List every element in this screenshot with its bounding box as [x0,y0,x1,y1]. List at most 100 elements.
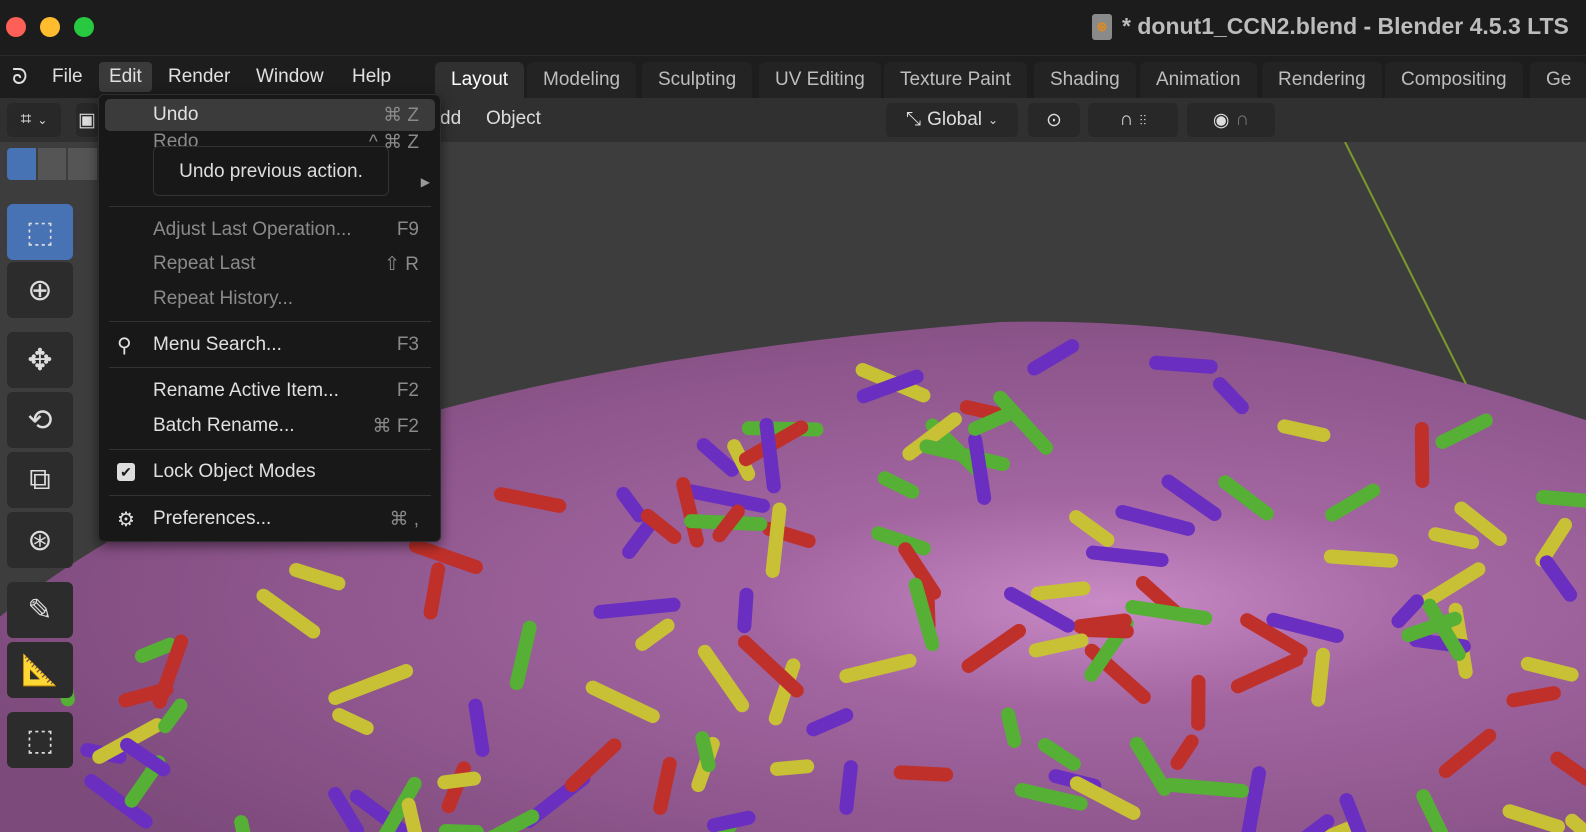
sprinkle [1311,647,1331,707]
close-window-button[interactable] [6,17,26,37]
sprinkle [706,810,756,832]
tab-layout[interactable]: Layout [435,62,525,98]
menu-search-label: Menu Search... [153,334,282,355]
lock-modes-label: Lock Object Modes [153,461,316,482]
menu-separator [109,321,431,322]
pivot-icon: ⊙ [1046,109,1062,131]
window-title-text: * donut1_CCN2.blend - Blender 4.5.3 LTS [1122,13,1569,39]
select-box-button[interactable]: ▣ [76,103,98,137]
gear-icon: ⚙ [117,508,135,531]
sprinkle [1536,489,1586,508]
proportional-edit-icon: ◉ [1212,109,1230,131]
tab-rendering[interactable]: Rendering [1262,62,1382,98]
sprinkle [468,698,490,757]
menu-item-adjust-last-operation[interactable]: Adjust Last Operation... F9 [105,214,435,246]
sprinkle [1323,549,1399,568]
menu-item-batch-rename[interactable]: Batch Rename... ⌘ F2 [105,410,435,442]
pivot-point-dropdown[interactable]: ⊙ [1028,103,1080,137]
rotate-tool-icon[interactable]: ⟲ [7,392,73,448]
adjust-label: Adjust Last Operation... [153,219,352,240]
sprinkle [234,815,251,832]
sprinkle [769,759,815,776]
proportional-editing-toggle[interactable]: ◉ ∩ [1187,103,1275,137]
sprinkle [737,587,754,634]
menu-separator [109,449,431,450]
menu-item-repeat-last[interactable]: Repeat Last ⇧ R [105,248,435,280]
menu-item-preferences[interactable]: ⚙ Preferences... ⌘ , [105,503,435,535]
menu-item-repeat-history[interactable]: Repeat History... [105,283,435,315]
maximize-window-button[interactable] [74,17,94,37]
object-mode-icon: ⌗ [20,109,32,130]
menu-help[interactable]: Help [342,62,401,92]
undo-tooltip: Undo previous action. [153,146,389,196]
preferences-label: Preferences... [153,508,272,529]
sprinkle [1163,777,1249,798]
search-icon: ⚲ [117,334,132,357]
menu-item-menu-search[interactable]: ⚲ Menu Search... F3 [105,329,435,361]
sprinkle [1073,613,1132,634]
menu-edit[interactable]: Edit [99,62,152,92]
menu-item-lock-object-modes[interactable]: ✔ Lock Object Modes [105,456,435,488]
tab-shading[interactable]: Shading [1034,62,1136,98]
menu-render[interactable]: Render [158,62,240,92]
move-tool-icon[interactable]: ✥ [7,332,73,388]
repeat-last-label: Repeat Last [153,253,256,274]
falloff-curve-icon: ∩ [1235,109,1250,130]
undo-shortcut: ⌘ Z [383,104,419,126]
submenu-arrow-icon: ▶ [420,175,430,189]
sprinkle [759,417,781,494]
snap-increment-icon: ⫶⫶ [1139,111,1147,128]
tab-modeling[interactable]: Modeling [527,62,637,98]
cursor-tool-icon[interactable]: ⊕ [7,262,73,318]
batch-rename-shortcut: ⌘ F2 [372,415,419,437]
blend-file-icon: ⊛ [1092,13,1112,40]
menu-window[interactable]: Window [246,62,334,92]
sprinkle [401,797,423,832]
repeat-history-label: Repeat History... [153,288,294,309]
tab-compositing[interactable]: Compositing [1385,62,1523,98]
menu-separator [109,495,431,496]
select-box-tool-icon[interactable]: ⬚ [7,204,73,260]
scale-tool-icon[interactable]: ⧉ [7,452,73,508]
sprinkle [1149,355,1218,374]
sprinkle [1001,707,1022,748]
menu-separator [109,206,431,207]
object-menu[interactable]: Object [486,108,541,130]
tab-uv-editing[interactable]: UV Editing [759,62,881,98]
tab-animation[interactable]: Animation [1140,62,1257,98]
sprinkle [1030,581,1091,601]
tool-shelf: ⬚ ⊕ ✥ ⟲ ⧉ ⊛ ✎ 📐 ⬚ [0,142,80,832]
sprinkle [695,731,716,773]
tab-texture-paint[interactable]: Texture Paint [884,62,1027,98]
tab-sculpting[interactable]: Sculpting [642,62,753,98]
transform-tool-icon[interactable]: ⊛ [7,512,73,568]
rename-active-label: Rename Active Item... [153,380,339,401]
sprinkle [423,562,446,620]
blender-logo-icon[interactable]: ᘐ [2,62,38,92]
chevron-down-icon: ⌄ [988,113,999,127]
orientation-value: Global [927,109,983,130]
menu-item-rename-active[interactable]: Rename Active Item... F2 [105,375,435,407]
sprinkle [1085,545,1169,568]
repeat-last-shortcut: ⇧ R [384,253,419,275]
rename-active-shortcut: F2 [396,380,419,401]
annotate-tool-icon[interactable]: ✎ [7,582,73,638]
sprinkle [593,597,681,619]
menu-file[interactable]: File [42,62,93,92]
snap-toggle[interactable]: ∩ ⫶⫶ [1088,103,1178,137]
sprinkle [893,765,954,782]
undo-label: Undo [153,104,199,125]
magnet-icon: ∩ [1119,109,1134,130]
checkbox-checked-icon[interactable]: ✔ [117,463,135,481]
chevron-down-icon: ⌄ [37,113,48,127]
measure-tool-icon[interactable]: 📐 [7,642,73,698]
object-mode-dropdown[interactable]: ⌗ ⌄ [7,103,61,137]
add-menu[interactable]: dd [440,108,461,130]
menu-item-undo[interactable]: Undo ⌘ Z [105,99,435,131]
sprinkle [765,502,787,578]
tab-geometry-nodes[interactable]: Ge [1530,62,1586,98]
menu-separator [109,367,431,368]
minimize-window-button[interactable] [40,17,60,37]
add-cube-tool-icon[interactable]: ⬚ [7,712,73,768]
transform-orientation-dropdown[interactable]: ⤡ Global ⌄ [886,103,1018,137]
